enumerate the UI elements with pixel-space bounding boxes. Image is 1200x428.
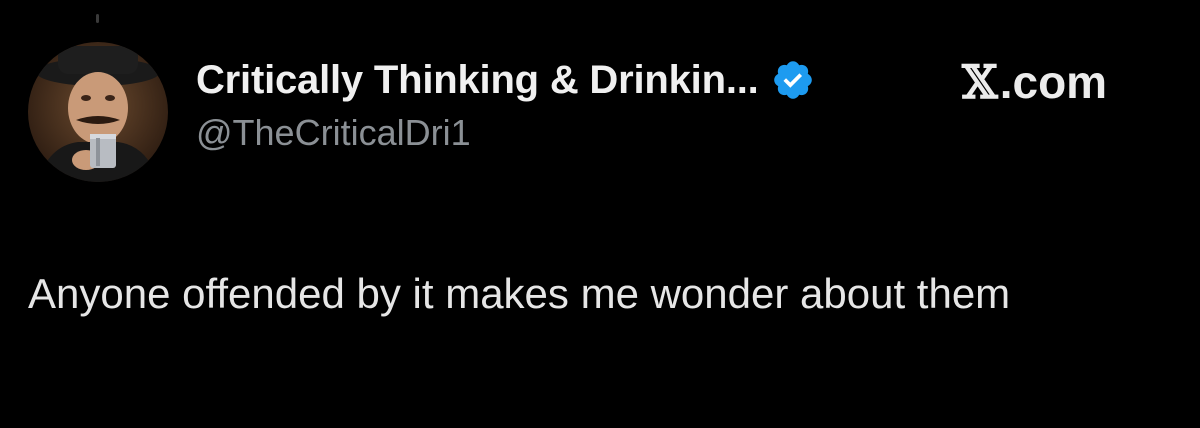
author-handle[interactable]: @TheCriticalDri1 [196, 112, 471, 154]
tweet-card: Critically Thinking & Drinkin... @TheCri… [0, 0, 1200, 428]
tweet-text: Anyone offended by it makes me wonder ab… [28, 270, 1011, 317]
avatar[interactable] [28, 42, 168, 182]
author-row: Critically Thinking & Drinkin... [196, 52, 815, 108]
avatar-image [28, 42, 168, 182]
brand-domain: .com [999, 56, 1108, 108]
display-name[interactable]: Critically Thinking & Drinkin... [196, 58, 759, 103]
x-logo-icon: 𝕏 [962, 55, 998, 109]
verified-badge-icon [771, 58, 815, 102]
brand-watermark: 𝕏 .com [962, 54, 1107, 110]
decorative-mark [96, 14, 99, 23]
